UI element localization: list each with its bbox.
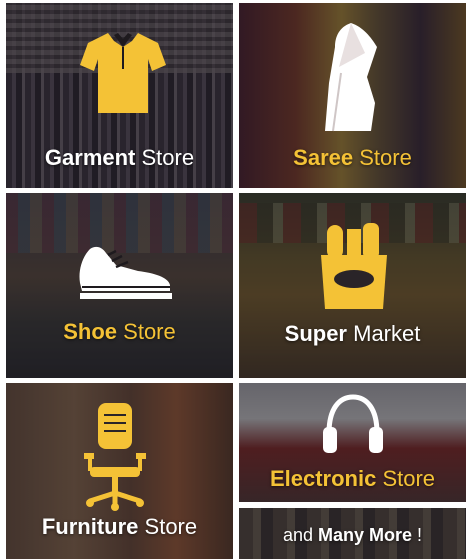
saree-icon <box>325 23 377 132</box>
tile-shoe-store[interactable]: Shoe Store <box>6 193 233 378</box>
shirt-icon <box>80 33 166 113</box>
headphones-icon <box>323 394 383 453</box>
furniture-store-label: Furniture Store <box>41 514 198 539</box>
shoe-store-label: Shoe Store <box>63 319 176 344</box>
tile-furniture-store[interactable]: Furniture Store <box>6 383 233 559</box>
saree-store-label: Saree Store <box>293 145 412 170</box>
tile-electronic-store[interactable]: Electronic Store <box>239 383 466 502</box>
tile-super-market[interactable]: Super Market <box>239 193 466 378</box>
tile-saree-store[interactable]: Saree Store <box>239 3 466 188</box>
electronic-store-label: Electronic Store <box>269 466 436 491</box>
super-market-label: Super Market <box>284 321 421 346</box>
tile-many-more[interactable]: and Many More ! <box>239 508 466 559</box>
many-more-label: and Many More ! <box>282 525 423 545</box>
shoe-icon <box>79 246 172 299</box>
garment-store-label: Garment Store <box>44 145 195 170</box>
office-chair-icon <box>84 403 146 511</box>
tile-garment-store[interactable]: Garment Store <box>6 3 233 188</box>
grocery-bag-icon <box>321 223 387 309</box>
